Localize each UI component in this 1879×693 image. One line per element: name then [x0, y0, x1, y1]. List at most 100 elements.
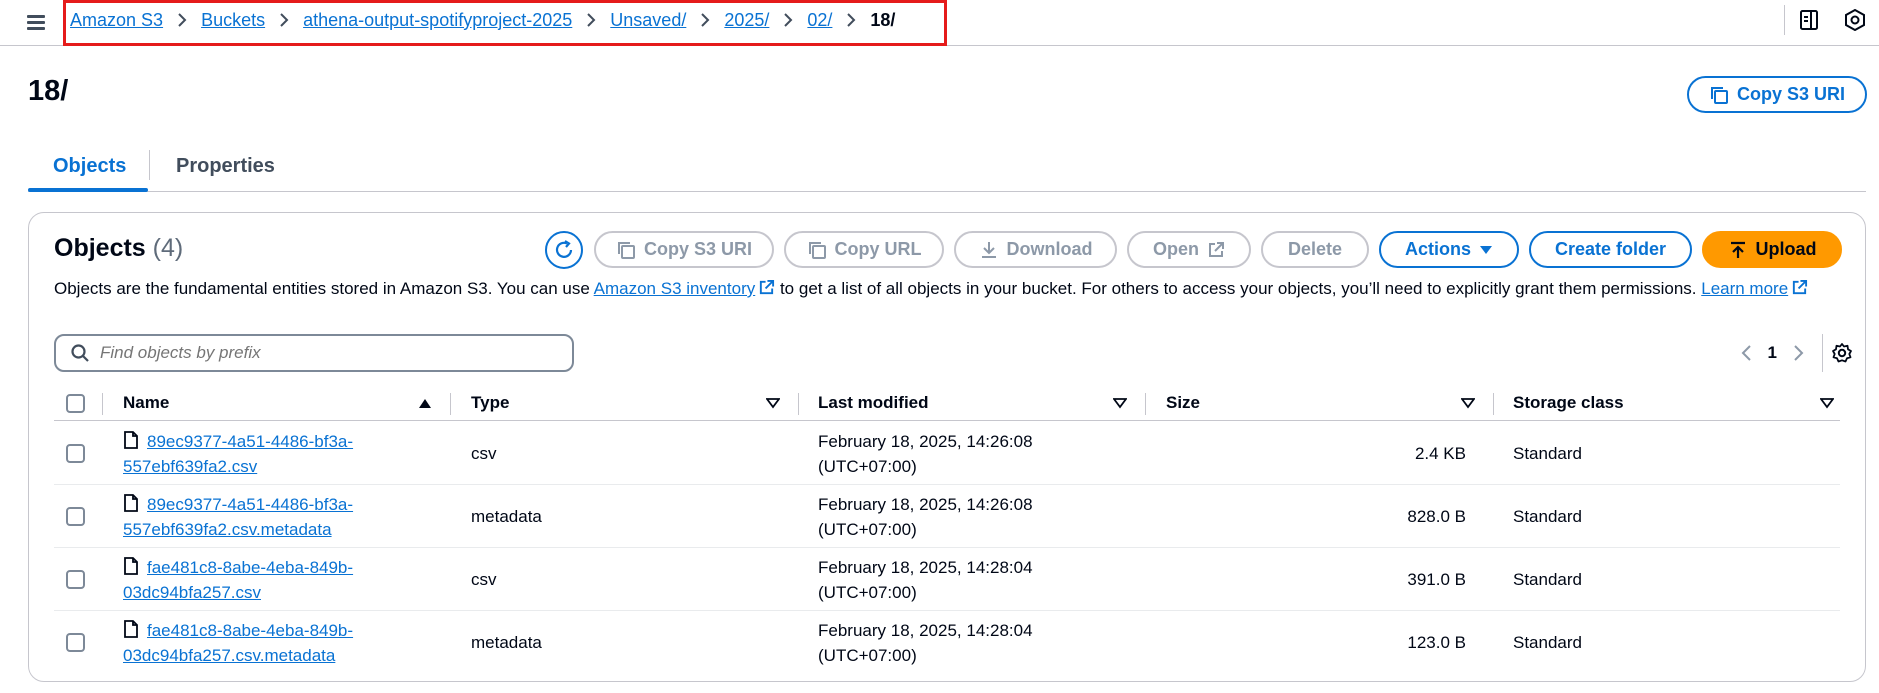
chevron-right-icon — [846, 12, 856, 28]
sort-descending-icon[interactable] — [1820, 397, 1834, 409]
object-name-link[interactable]: 557ebf639fa2.csv.metadata — [123, 520, 332, 539]
breadcrumb-item-unsaved[interactable]: Unsaved/ — [610, 10, 686, 31]
column-divider — [1145, 393, 1146, 415]
chevron-right-icon — [177, 12, 187, 28]
column-divider — [1493, 393, 1494, 415]
storage-class-cell: Standard — [1513, 443, 1582, 463]
row-checkbox[interactable] — [66, 507, 85, 526]
breadcrumb-item-amazon-s3[interactable]: Amazon S3 — [70, 10, 163, 31]
tab-properties[interactable]: Properties — [176, 140, 275, 192]
learn-more-link[interactable]: Learn more — [1701, 279, 1788, 298]
search-input[interactable] — [100, 343, 540, 363]
copy-s3-uri-button[interactable]: Copy S3 URI — [594, 231, 774, 268]
type-cell: csv — [471, 569, 497, 589]
caret-down-icon — [1480, 245, 1492, 254]
top-bar: Amazon S3 Buckets athena-output-spotifyp… — [0, 0, 1879, 46]
download-label: Download — [1006, 239, 1093, 259]
table-row[interactable]: fae481c8-8abe-4eba-849b- 03dc94bfa257.cs… — [54, 611, 1840, 674]
table-row[interactable]: 89ec9377-4a51-4486-bf3a- 557ebf639fa2.cs… — [54, 422, 1840, 485]
last-modified-cell: February 18, 2025, 14:28:04 (UTC+07:00) — [818, 611, 1033, 674]
column-header-name[interactable]: Name — [123, 385, 169, 421]
type-cell: metadata — [471, 506, 542, 526]
delete-button[interactable]: Delete — [1261, 231, 1369, 268]
modified-timezone: (UTC+07:00) — [818, 582, 917, 602]
breadcrumb-item-bucket[interactable]: athena-output-spotifyproject-2025 — [303, 10, 572, 31]
chevron-left-icon[interactable] — [1740, 344, 1752, 362]
settings-gear-icon[interactable] — [1829, 340, 1855, 366]
column-header-storage-class[interactable]: Storage class — [1513, 385, 1624, 421]
table-row[interactable]: 89ec9377-4a51-4486-bf3a- 557ebf639fa2.cs… — [54, 485, 1840, 548]
breadcrumb-current: 18/ — [870, 9, 896, 30]
sort-descending-icon[interactable] — [1113, 397, 1127, 409]
column-header-size[interactable]: Size — [1166, 385, 1200, 421]
column-header-type[interactable]: Type — [471, 385, 509, 421]
name-cell: fae481c8-8abe-4eba-849b- 03dc94bfa257.cs… — [123, 611, 353, 674]
sort-ascending-icon[interactable] — [418, 397, 432, 409]
info-panel-icon[interactable] — [1797, 8, 1821, 32]
menu-icon[interactable] — [24, 10, 48, 34]
row-checkbox[interactable] — [66, 444, 85, 463]
name-cell: fae481c8-8abe-4eba-849b- 03dc94bfa257.cs… — [123, 548, 353, 611]
storage-class-cell: Standard — [1513, 506, 1582, 526]
row-checkbox-cell — [66, 422, 85, 485]
chevron-right-icon[interactable] — [1793, 344, 1805, 362]
modified-timezone: (UTC+07:00) — [818, 456, 917, 476]
external-link-icon — [1793, 279, 1808, 295]
column-header-last-modified[interactable]: Last modified — [818, 385, 929, 421]
object-name-link[interactable]: fae481c8-8abe-4eba-849b- — [147, 558, 353, 577]
object-name-link[interactable]: 557ebf639fa2.csv — [123, 457, 257, 476]
object-name-link[interactable]: 89ec9377-4a51-4486-bf3a- — [147, 432, 353, 451]
breadcrumb-item-02[interactable]: 02/ — [807, 10, 832, 31]
copy-url-label: Copy URL — [834, 239, 922, 259]
column-divider — [102, 393, 103, 415]
object-name-link[interactable]: 03dc94bfa257.csv — [123, 583, 261, 602]
file-icon — [124, 556, 138, 575]
breadcrumb-item-2025[interactable]: 2025/ — [724, 10, 769, 31]
active-tab-indicator — [28, 188, 148, 192]
open-button[interactable]: Open — [1127, 231, 1251, 268]
object-name-link[interactable]: 03dc94bfa257.csv.metadata — [123, 646, 335, 665]
copy-icon — [617, 241, 635, 259]
copy-s3-uri-label: Copy S3 URI — [1736, 84, 1846, 104]
name-cell: 89ec9377-4a51-4486-bf3a- 557ebf639fa2.cs… — [123, 485, 353, 548]
size-cell: 123.0 B — [1407, 632, 1466, 652]
copy-url-button[interactable]: Copy URL — [784, 231, 944, 268]
row-checkbox[interactable] — [66, 570, 85, 589]
select-all-checkbox[interactable] — [66, 393, 85, 413]
divider — [1784, 5, 1785, 35]
tab-objects[interactable]: Objects — [53, 140, 126, 192]
chevron-right-icon — [700, 12, 710, 28]
help-hexagon-icon[interactable] — [1843, 8, 1867, 32]
copy-s3-uri-header-button[interactable]: Copy S3 URI — [1687, 76, 1867, 113]
upload-button[interactable]: Upload — [1702, 231, 1842, 268]
type-cell: metadata — [471, 632, 542, 652]
storage-class-cell: Standard — [1513, 569, 1582, 589]
description-text-2: to get a list of all objects in your buc… — [775, 279, 1702, 298]
row-checkbox-cell — [66, 611, 85, 674]
actions-dropdown-button[interactable]: Actions — [1379, 231, 1519, 268]
download-icon — [981, 241, 996, 258]
sort-descending-icon[interactable] — [766, 397, 780, 409]
objects-panel: Objects (4) Copy S3 URI Copy URL Downloa… — [28, 212, 1866, 682]
table-row[interactable]: fae481c8-8abe-4eba-849b- 03dc94bfa257.cs… — [54, 548, 1840, 611]
s3-inventory-link[interactable]: Amazon S3 inventory — [594, 279, 756, 298]
upload-label: Upload — [1755, 239, 1817, 259]
create-folder-button[interactable]: Create folder — [1529, 231, 1692, 268]
modified-date: February 18, 2025, 14:28:04 — [818, 557, 1033, 577]
search-icon — [71, 344, 89, 362]
page-title: 18/ — [28, 75, 69, 107]
file-icon — [124, 430, 138, 449]
row-checkbox[interactable] — [66, 633, 85, 652]
object-name-link[interactable]: 89ec9377-4a51-4486-bf3a- — [147, 495, 353, 514]
download-button[interactable]: Download — [954, 231, 1117, 268]
sort-descending-icon[interactable] — [1461, 397, 1475, 409]
object-name-link[interactable]: fae481c8-8abe-4eba-849b- — [147, 621, 353, 640]
size-cell: 2.4 KB — [1414, 443, 1466, 463]
current-page[interactable]: 1 — [1768, 343, 1777, 363]
top-right-tools — [1784, 0, 1879, 40]
copy-s3-uri-label: Copy S3 URI — [643, 239, 753, 259]
breadcrumb-item-buckets[interactable]: Buckets — [201, 10, 265, 31]
external-link-icon — [760, 279, 775, 295]
file-icon — [124, 493, 138, 512]
refresh-button[interactable] — [545, 231, 583, 269]
